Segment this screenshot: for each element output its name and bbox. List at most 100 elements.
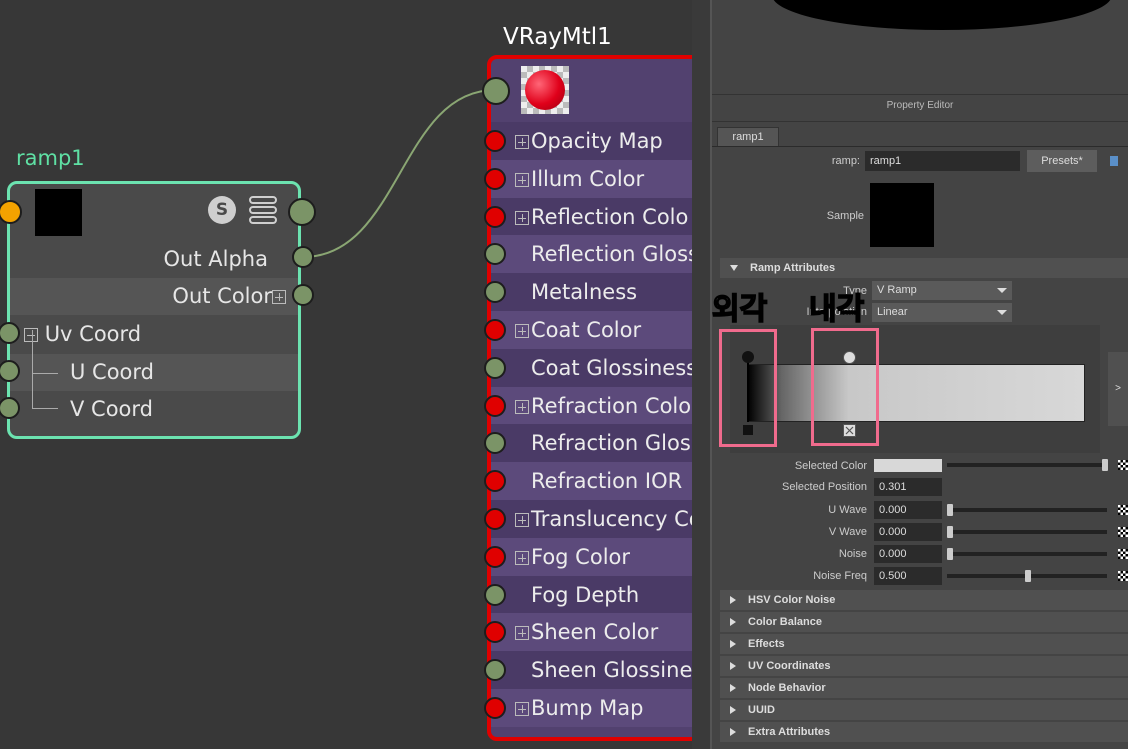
- vray-attribute-row[interactable]: Refraction IOR: [491, 462, 692, 501]
- node-label: ramp:: [831, 155, 860, 167]
- ramp-node[interactable]: S Out Alpha Out Color Uv Coord U Coord V…: [7, 181, 301, 439]
- section-title: Extra Attributes: [748, 726, 831, 738]
- expand-icon[interactable]: [515, 513, 529, 527]
- vray-attribute-port[interactable]: [484, 394, 506, 417]
- v-wave-field[interactable]: 0.000: [874, 523, 942, 541]
- out-alpha-label: Out Alpha: [163, 247, 268, 271]
- v-wave-label: V Wave: [828, 526, 867, 538]
- vray-attribute-row[interactable]: Opacity Map: [491, 122, 692, 160]
- panel-splitter[interactable]: [692, 0, 712, 749]
- vray-attribute-row[interactable]: Coat Color: [491, 311, 692, 349]
- ramp-gradient[interactable]: [747, 364, 1085, 422]
- selected-color-label: Selected Color: [794, 460, 867, 472]
- selected-color-slider-knob[interactable]: [1102, 459, 1108, 471]
- map-button-icon[interactable]: [1118, 571, 1128, 581]
- section-extra-attributes[interactable]: Extra Attributes: [720, 722, 1128, 742]
- noise-field[interactable]: 0.000: [874, 545, 942, 563]
- vray-attribute-port[interactable]: [484, 319, 506, 341]
- vray-attribute-port[interactable]: [484, 167, 506, 190]
- ramp-output-port[interactable]: [288, 198, 316, 226]
- noise-freq-slider-knob[interactable]: [1025, 570, 1031, 582]
- out-alpha-port[interactable]: [292, 246, 314, 268]
- u-wave-field[interactable]: 0.000: [874, 501, 942, 519]
- expand-icon[interactable]: [515, 399, 529, 414]
- collapse-icon[interactable]: [24, 328, 38, 342]
- interpolation-dropdown-arrow-icon[interactable]: [992, 303, 1012, 322]
- vray-attribute-row[interactable]: Reflection Colo: [491, 197, 692, 236]
- vray-attribute-port[interactable]: [484, 508, 506, 530]
- vray-attribute-port[interactable]: [484, 697, 506, 719]
- expand-ramp-button[interactable]: >: [1108, 352, 1128, 426]
- vray-input-port[interactable]: [482, 77, 510, 105]
- vray-attribute-row[interactable]: Reflection Gloss: [491, 235, 692, 274]
- u-wave-slider[interactable]: [947, 508, 1107, 512]
- section-hsv-color-noise[interactable]: HSV Color Noise: [720, 590, 1128, 610]
- type-dropdown-arrow-icon[interactable]: [992, 281, 1012, 300]
- expand-icon[interactable]: [515, 702, 529, 716]
- selected-position-label: Selected Position: [782, 481, 867, 493]
- vray-attribute-port[interactable]: [484, 356, 506, 379]
- v-wave-slider-knob[interactable]: [947, 526, 953, 538]
- expand-icon[interactable]: [515, 135, 529, 149]
- preview-shape: [772, 0, 1112, 30]
- section-uv-coordinates[interactable]: UV Coordinates: [720, 656, 1128, 676]
- expand-icon[interactable]: [515, 172, 529, 187]
- section-uuid[interactable]: UUID: [720, 700, 1128, 720]
- presets-button[interactable]: Presets*: [1027, 150, 1097, 172]
- map-button-icon[interactable]: [1118, 549, 1128, 559]
- vray-attribute-row[interactable]: Sheen Color: [491, 613, 692, 652]
- selected-color-swatch[interactable]: [874, 459, 942, 472]
- vray-attribute-port[interactable]: [484, 545, 506, 568]
- section-title: UV Coordinates: [748, 660, 831, 672]
- vray-attribute-row[interactable]: Illum Color: [491, 159, 692, 198]
- noise-slider-knob[interactable]: [947, 548, 953, 560]
- collapsed-icon: [730, 728, 736, 737]
- vray-attribute-row[interactable]: Metalness: [491, 273, 692, 312]
- noise-freq-field[interactable]: 0.500: [874, 567, 942, 585]
- vray-node[interactable]: Opacity Map Illum Color Reflection Colo Ref…: [487, 55, 692, 741]
- expand-icon[interactable]: [515, 210, 529, 225]
- type-dropdown[interactable]: V Ramp: [872, 281, 1012, 300]
- vray-attribute-row[interactable]: Refraction Glos: [491, 424, 692, 463]
- section-color-balance[interactable]: Color Balance: [720, 612, 1128, 632]
- map-button-icon[interactable]: [1118, 460, 1128, 470]
- expand-icon[interactable]: [515, 324, 529, 338]
- list-icon[interactable]: [248, 195, 278, 225]
- vray-attribute-label: Coat Color: [531, 318, 642, 342]
- section-effects[interactable]: Effects: [720, 634, 1128, 654]
- map-button-icon[interactable]: [1118, 527, 1128, 537]
- vray-attribute-row[interactable]: Refraction Colo: [491, 386, 692, 425]
- interpolation-dropdown[interactable]: Linear: [872, 303, 1012, 322]
- vray-attribute-label: Reflection Gloss: [531, 242, 692, 267]
- highlight-inner: [811, 328, 879, 446]
- map-button-icon[interactable]: [1118, 505, 1128, 515]
- vray-attribute-port[interactable]: [484, 583, 506, 606]
- expand-icon[interactable]: [272, 290, 286, 304]
- vray-attribute-port[interactable]: [484, 205, 506, 228]
- noise-slider[interactable]: [947, 552, 1107, 556]
- u-wave-slider-knob[interactable]: [947, 504, 953, 516]
- vray-attribute-row[interactable]: Fog Depth: [491, 575, 692, 614]
- out-color-port[interactable]: [292, 284, 314, 306]
- vray-attribute-row[interactable]: Coat Glossiness: [491, 348, 692, 387]
- selected-position-field[interactable]: 0.301: [874, 478, 942, 496]
- tab-ramp1[interactable]: ramp1: [717, 127, 779, 147]
- v-wave-slider[interactable]: [947, 530, 1107, 534]
- node-graph[interactable]: ramp1 S Out Alpha Out Color Uv Coord U C…: [0, 0, 692, 749]
- sample-swatch: [870, 183, 934, 247]
- expand-icon[interactable]: [515, 626, 529, 641]
- ramp-attributes-section[interactable]: Ramp Attributes: [720, 258, 1128, 278]
- vray-attribute-label: Sheen Color: [531, 620, 659, 645]
- vray-attribute-row[interactable]: Fog Color: [491, 537, 692, 576]
- node-name-field[interactable]: ramp1: [865, 151, 1020, 171]
- expand-icon[interactable]: [515, 550, 529, 565]
- selected-color-slider[interactable]: [947, 463, 1107, 467]
- section-node-behavior[interactable]: Node Behavior: [720, 678, 1128, 698]
- shading-badge-icon[interactable]: S: [208, 196, 236, 224]
- copy-tab-icon[interactable]: [1110, 156, 1118, 166]
- vray-attribute-port[interactable]: [484, 130, 506, 152]
- vray-attribute-row[interactable]: Translucency Co: [491, 500, 692, 538]
- vray-attribute-row[interactable]: Bump Map: [491, 689, 692, 727]
- property-editor[interactable]: Property Editor ramp1 ramp: ramp1 Preset…: [692, 0, 1128, 749]
- vray-attribute-row[interactable]: Sheen Glossines: [491, 651, 692, 690]
